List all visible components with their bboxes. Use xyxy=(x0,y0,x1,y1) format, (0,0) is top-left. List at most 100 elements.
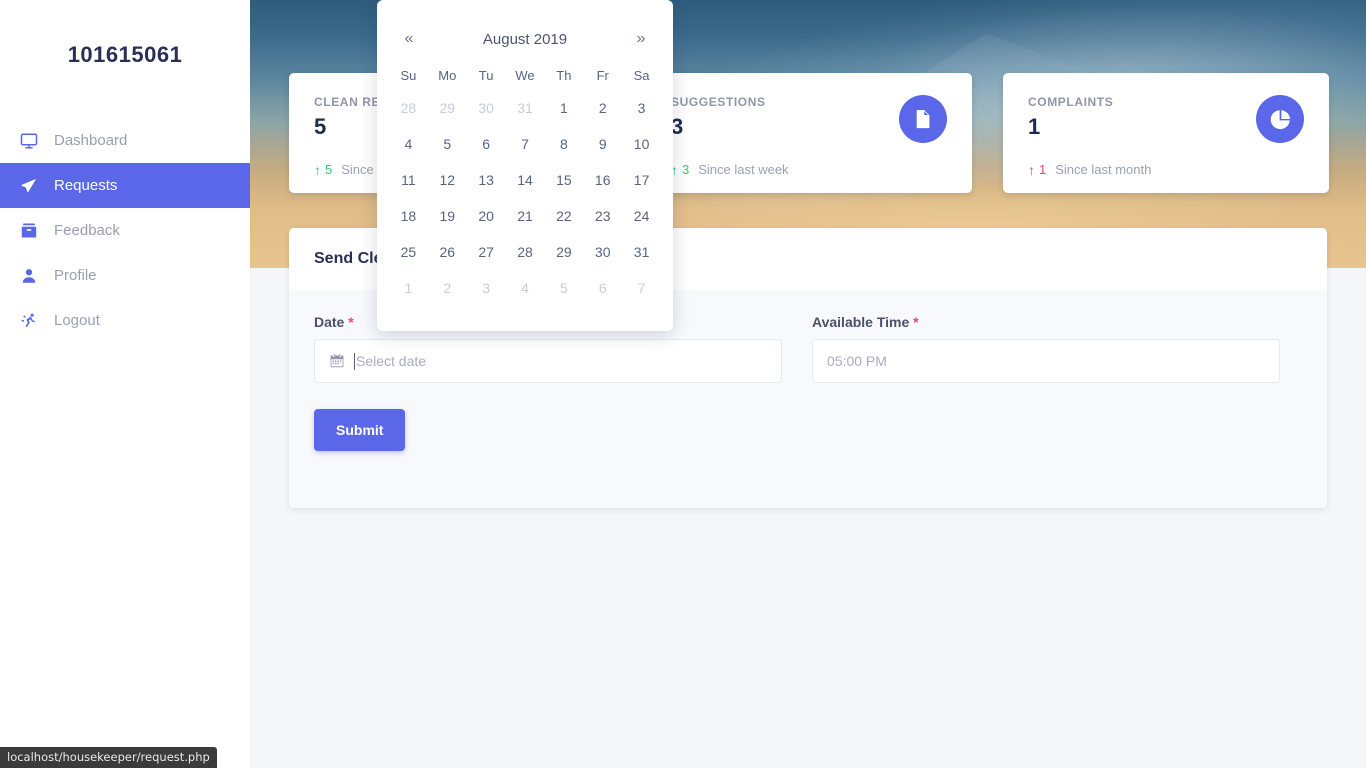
brand-title: 101615061 xyxy=(67,42,183,67)
dow-label: Mo xyxy=(438,67,457,83)
datepicker-day[interactable]: 25 xyxy=(389,234,428,270)
sidebar-item-label: Requests xyxy=(54,177,118,194)
datepicker-header: « August 2019 » xyxy=(389,26,661,52)
datepicker-day[interactable]: 30 xyxy=(583,234,622,270)
dow-label: Fr xyxy=(596,67,609,83)
datepicker-day[interactable]: 17 xyxy=(622,162,661,198)
datepicker-day[interactable]: 1 xyxy=(389,270,428,306)
stat-card-delta: 1 xyxy=(1039,162,1047,177)
stat-card-delta: 3 xyxy=(682,162,690,177)
running-person-icon xyxy=(20,312,54,330)
datepicker-dow-row: Su Mo Tu We Th Fr Sa xyxy=(389,60,661,90)
datepicker-day[interactable]: 24 xyxy=(622,198,661,234)
datepicker-day[interactable]: 20 xyxy=(467,198,506,234)
trend-arrow-up-icon: ↑ xyxy=(314,161,321,178)
datepicker-day[interactable]: 28 xyxy=(506,234,545,270)
datepicker-day[interactable]: 26 xyxy=(428,234,467,270)
datepicker-day[interactable]: 7 xyxy=(506,126,545,162)
datepicker-day[interactable]: 6 xyxy=(583,270,622,306)
text-caret xyxy=(354,352,355,370)
datepicker-day[interactable]: 13 xyxy=(467,162,506,198)
stat-card-delta: 5 xyxy=(325,162,333,177)
datepicker-day[interactable]: 7 xyxy=(622,270,661,306)
datepicker-day[interactable]: 3 xyxy=(467,270,506,306)
datepicker-day[interactable]: 8 xyxy=(544,126,583,162)
dow-label: We xyxy=(515,67,535,83)
datepicker-day[interactable]: 4 xyxy=(389,126,428,162)
datepicker-day[interactable]: 11 xyxy=(389,162,428,198)
datepicker-day[interactable]: 4 xyxy=(506,270,545,306)
time-input-placeholder: 05:00 PM xyxy=(827,353,887,369)
sidebar-item-label: Dashboard xyxy=(54,132,128,149)
datepicker-day[interactable]: 30 xyxy=(467,90,506,126)
stat-card-footer: ↑ 3 Since last week xyxy=(671,162,789,177)
pie-chart-icon xyxy=(1256,95,1304,143)
datepicker-day[interactable]: 1 xyxy=(544,90,583,126)
user-icon xyxy=(20,267,54,285)
document-icon xyxy=(899,95,947,143)
datepicker-day[interactable]: 9 xyxy=(583,126,622,162)
date-label-text: Date xyxy=(314,314,345,330)
time-label-text: Available Time xyxy=(812,314,910,330)
datepicker-day[interactable]: 23 xyxy=(583,198,622,234)
sidebar-item-profile[interactable]: Profile xyxy=(0,253,250,298)
datepicker-day[interactable]: 31 xyxy=(506,90,545,126)
stat-card-suggestions: SUGGESTIONS 3 ↑ 3 Since last week xyxy=(646,73,972,193)
stat-card-footer: ↑ 1 Since last month xyxy=(1028,162,1151,177)
datepicker-day[interactable]: 6 xyxy=(467,126,506,162)
paper-plane-icon xyxy=(20,177,54,195)
datepicker-day[interactable]: 16 xyxy=(583,162,622,198)
datepicker-day[interactable]: 29 xyxy=(428,90,467,126)
page-root: 101615061 Dashboard Requests Feedback Pr… xyxy=(0,0,1366,768)
datepicker-day[interactable]: 14 xyxy=(506,162,545,198)
dow-label: Th xyxy=(556,67,572,83)
stat-card-since: Since last week xyxy=(698,162,789,177)
sidebar-item-dashboard[interactable]: Dashboard xyxy=(0,118,250,163)
sidebar-item-feedback[interactable]: Feedback xyxy=(0,208,250,253)
dow-label: Sa xyxy=(633,67,650,83)
datepicker-day[interactable]: 5 xyxy=(544,270,583,306)
datepicker-day[interactable]: 15 xyxy=(544,162,583,198)
submit-button[interactable]: Submit xyxy=(314,409,406,451)
datepicker-next-month-button[interactable]: » xyxy=(621,30,661,48)
datepicker-day[interactable]: 19 xyxy=(428,198,467,234)
browser-status-bar-url: localhost/housekeeper/request.php xyxy=(0,747,217,768)
datepicker-day[interactable]: 2 xyxy=(428,270,467,306)
dow-label: Tu xyxy=(478,67,494,83)
stat-card-complaints: COMPLAINTS 1 ↑ 1 Since last month xyxy=(1003,73,1329,193)
datepicker-day[interactable]: 21 xyxy=(506,198,545,234)
time-label: Available Time * xyxy=(812,314,1280,330)
stat-card-since: Since last month xyxy=(1055,162,1152,177)
monitor-icon xyxy=(20,132,54,150)
sidebar-item-label: Feedback xyxy=(54,222,120,239)
sidebar-item-logout[interactable]: Logout xyxy=(0,298,250,343)
available-time-input[interactable]: 05:00 PM xyxy=(812,339,1280,383)
datepicker-day[interactable]: 18 xyxy=(389,198,428,234)
sidebar-item-label: Logout xyxy=(54,312,100,329)
trend-arrow-up-icon: ↑ xyxy=(1028,161,1035,178)
datepicker-popup: « August 2019 » Su Mo Tu We Th Fr Sa 28 2… xyxy=(377,0,673,331)
datepicker-day[interactable]: 3 xyxy=(622,90,661,126)
date-input-placeholder: Select date xyxy=(356,353,427,369)
required-asterisk: * xyxy=(913,314,919,330)
required-asterisk: * xyxy=(348,314,354,330)
datepicker-day[interactable]: 27 xyxy=(467,234,506,270)
datepicker-day[interactable]: 28 xyxy=(389,90,428,126)
datepicker-day[interactable]: 12 xyxy=(428,162,467,198)
datepicker-day[interactable]: 5 xyxy=(428,126,467,162)
datepicker-month-title[interactable]: August 2019 xyxy=(429,31,621,48)
date-input[interactable]: Select date xyxy=(314,339,782,383)
datepicker-day[interactable]: 2 xyxy=(583,90,622,126)
datepicker-day[interactable]: 31 xyxy=(622,234,661,270)
calendar-icon xyxy=(329,353,345,369)
datepicker-day[interactable]: 22 xyxy=(544,198,583,234)
inbox-icon xyxy=(20,222,54,240)
datepicker-day[interactable]: 10 xyxy=(622,126,661,162)
form-group-available-time: Available Time * 05:00 PM xyxy=(812,314,1280,383)
datepicker-prev-month-button[interactable]: « xyxy=(389,30,429,48)
sidebar-nav: Dashboard Requests Feedback Profile Logo… xyxy=(0,118,250,343)
sidebar-item-label: Profile xyxy=(54,267,97,284)
sidebar: 101615061 Dashboard Requests Feedback Pr… xyxy=(0,0,250,768)
datepicker-day[interactable]: 29 xyxy=(544,234,583,270)
sidebar-item-requests[interactable]: Requests xyxy=(0,163,250,208)
